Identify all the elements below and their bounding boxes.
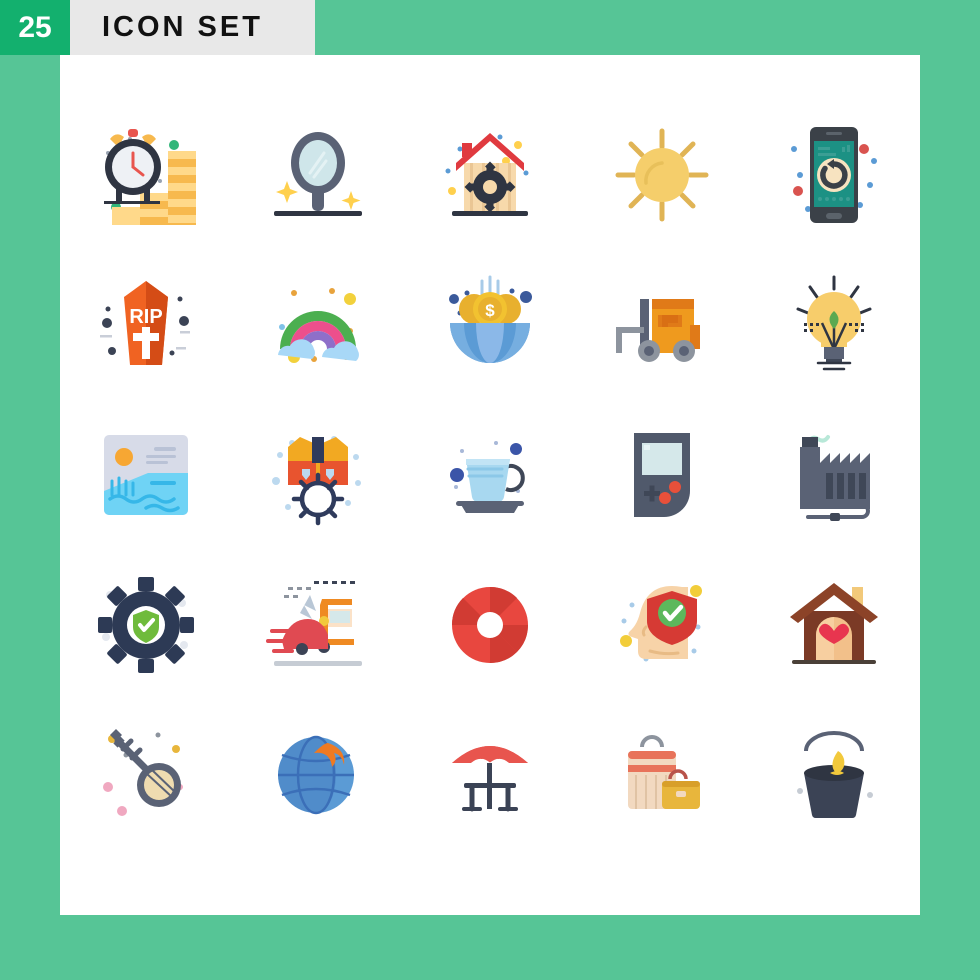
rainbow-clouds-icon[interactable] [258,265,378,385]
title-container: ICON SET [70,0,315,55]
landscape-photo-icon[interactable] [86,415,206,535]
icon-cell-25[interactable] [748,700,920,850]
paint-bucket-icon[interactable] [774,715,894,835]
icon-cell-7[interactable] [232,250,404,400]
pet-house-heart-icon[interactable] [774,565,894,685]
mobile-restore-icon[interactable] [774,115,894,235]
icon-cell-20[interactable] [748,550,920,700]
svg-text:$: $ [485,301,495,320]
icon-set-page: 25 ICON SET RIP $ [0,0,980,980]
icon-cell-13[interactable] [404,400,576,550]
icon-cell-3[interactable] [404,100,576,250]
icon-cell-9[interactable] [576,250,748,400]
icon-cell-18[interactable] [404,550,576,700]
icon-cell-5[interactable] [748,100,920,250]
icon-cell-8[interactable]: $ [404,250,576,400]
page-title: ICON SET [102,11,263,43]
icon-cell-15[interactable] [748,400,920,550]
icon-canvas: RIP $ [60,55,920,915]
icon-cell-2[interactable] [232,100,404,250]
icon-cell-4[interactable] [576,100,748,250]
icon-cell-23[interactable] [404,700,576,850]
icon-cell-24[interactable] [576,700,748,850]
mental-protection-icon[interactable] [602,565,722,685]
sun-brightness-icon[interactable] [602,115,722,235]
factory-power-icon[interactable] [774,415,894,535]
icon-cell-17[interactable] [232,550,404,700]
coffin-rip-icon[interactable]: RIP [86,265,206,385]
banjo-key-icon[interactable] [86,715,206,835]
security-gear-shield-icon[interactable] [86,565,206,685]
eco-light-bulb-icon[interactable] [774,265,894,385]
icon-grid: RIP $ [60,55,920,915]
hand-mirror-icon[interactable] [258,115,378,235]
icon-cell-14[interactable] [576,400,748,550]
forklift-icon[interactable] [602,265,722,385]
header: 25 ICON SET [0,0,315,55]
icon-cell-6[interactable]: RIP [60,250,232,400]
icon-cell-12[interactable] [232,400,404,550]
icon-cell-21[interactable] [60,700,232,850]
global-finance-coins-icon[interactable]: $ [430,265,550,385]
tea-cup-icon[interactable] [430,415,550,535]
safety-vest-gear-icon[interactable] [258,415,378,535]
icon-cell-19[interactable] [576,550,748,700]
global-network-icon[interactable] [258,715,378,835]
icon-count-badge: 25 [0,0,70,55]
icon-cell-10[interactable] [748,250,920,400]
lifebuoy-icon[interactable] [430,565,550,685]
alarm-clock-coins-growth-icon[interactable] [86,115,206,235]
handheld-console-icon[interactable] [602,415,722,535]
icon-cell-11[interactable] [60,400,232,550]
patio-umbrella-table-icon[interactable] [430,715,550,835]
smart-home-gear-icon[interactable] [430,115,550,235]
luggage-suitcases-icon[interactable] [602,715,722,835]
car-crash-truck-icon[interactable] [258,565,378,685]
svg-text:RIP: RIP [129,306,162,328]
icon-cell-22[interactable] [232,700,404,850]
icon-cell-1[interactable] [60,100,232,250]
icon-cell-16[interactable] [60,550,232,700]
